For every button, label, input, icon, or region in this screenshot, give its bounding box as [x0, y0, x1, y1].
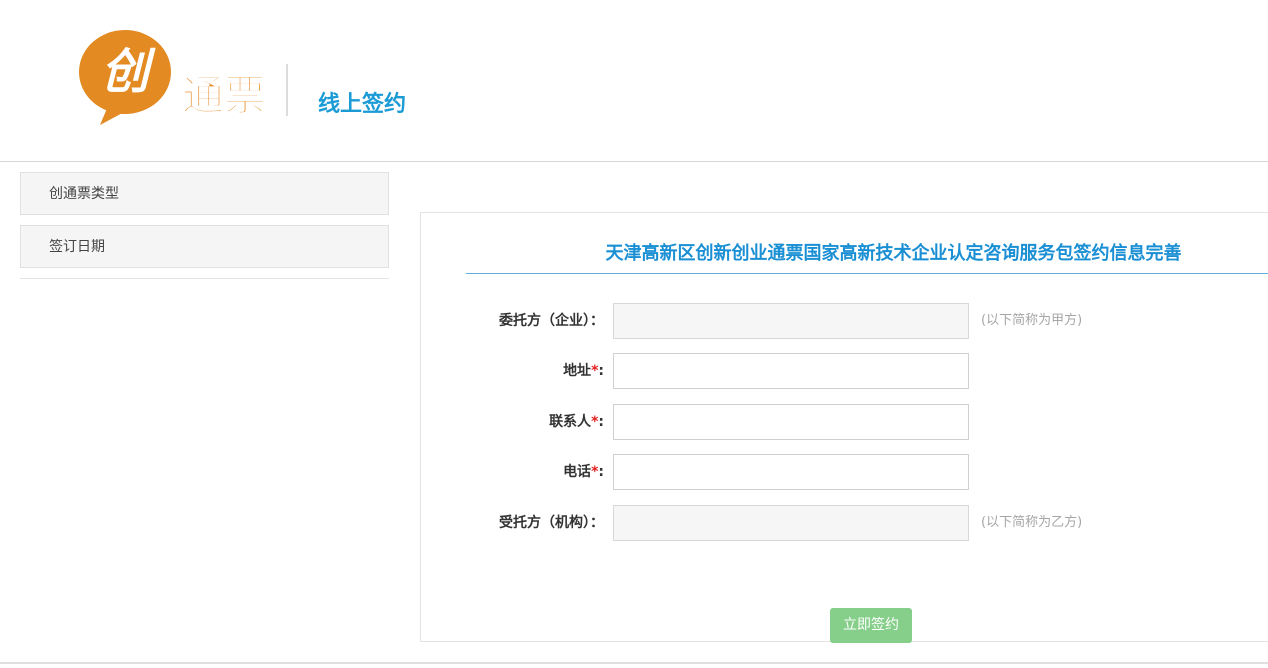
- address-input[interactable]: [613, 353, 969, 389]
- agency-hint: (以下简称为乙方): [981, 515, 1083, 530]
- form-row-agency: 受托方（机构）： (以下简称为乙方): [421, 505, 1268, 541]
- client-input[interactable]: [613, 303, 969, 339]
- sidebar-divider: [20, 278, 389, 279]
- logo-divider: [286, 64, 288, 116]
- form-title-underline: [466, 273, 1268, 274]
- sign-now-button[interactable]: 立即签约: [830, 608, 912, 643]
- header-divider: [0, 161, 1268, 162]
- form-row-client: 委托方（企业）： (以下简称为甲方): [421, 303, 1268, 339]
- form-row-phone: 电话*:: [421, 454, 1268, 490]
- sidebar: 创通票类型 签订日期: [20, 172, 389, 279]
- logo-char-1: 创: [101, 44, 156, 100]
- signing-form-panel: 天津高新区创新创业通票国家高新技术企业认定咨询服务包签约信息完善 委托方（企业）…: [420, 212, 1268, 643]
- logo: 创 通票: [78, 26, 278, 126]
- logo-chars-2: 通票: [182, 71, 266, 120]
- page-subtitle: 线上签约: [318, 92, 407, 117]
- sidebar-item-ticket-type[interactable]: 创通票类型: [20, 172, 389, 215]
- footer-divider: [0, 662, 1268, 664]
- form-title: 天津高新区创新创业通票国家高新技术企业认定咨询服务包签约信息完善: [605, 243, 1182, 264]
- agency-label: 受托方（机构）：: [499, 515, 604, 531]
- phone-input[interactable]: [613, 454, 969, 490]
- contact-input[interactable]: [613, 404, 969, 440]
- phone-label: 电话*:: [563, 464, 604, 480]
- header: 创 通票 线上签约: [0, 0, 1268, 162]
- address-label: 地址*:: [563, 363, 604, 379]
- form-row-address: 地址*:: [421, 353, 1268, 389]
- agency-input[interactable]: [613, 505, 969, 541]
- client-hint: (以下简称为甲方): [981, 313, 1083, 328]
- form-row-contact: 联系人*:: [421, 404, 1268, 440]
- client-label: 委托方（企业）：: [499, 313, 604, 329]
- logo-graphic: 创 通票: [79, 30, 267, 125]
- sidebar-item-sign-date[interactable]: 签订日期: [20, 225, 389, 268]
- contact-label: 联系人*:: [549, 414, 604, 430]
